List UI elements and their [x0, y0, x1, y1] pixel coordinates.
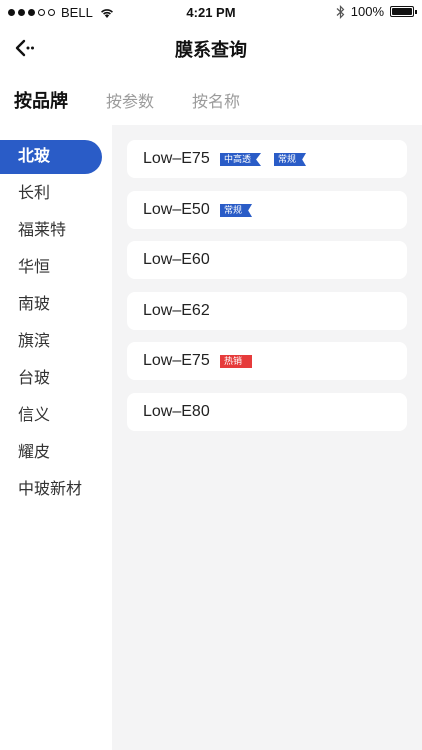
sidebar-item-taibo[interactable]: 台玻 [0, 362, 102, 396]
bluetooth-icon [336, 4, 345, 19]
product-name: Low–E50 [143, 201, 210, 218]
sidebar-item-beibo[interactable]: 北玻 [0, 140, 102, 174]
list-item[interactable]: Low–E75 热销 [127, 342, 407, 380]
sidebar-item-zhongbo-xincai[interactable]: 中玻新材 [0, 473, 102, 507]
sidebar-item-xinyi[interactable]: 信义 [0, 399, 102, 433]
hot-badge: 热销 [220, 355, 253, 368]
product-name: Low–E75 [143, 352, 210, 369]
brand-sidebar: 北玻 长利 福莱特 华恒 南玻 旗滨 台玻 信义 耀皮 中玻新材 [0, 125, 112, 750]
sidebar-item-changli[interactable]: 长利 [0, 177, 102, 211]
battery-percent: 100% [350, 4, 384, 19]
filter-tabs: 按品牌 按参数 按名称 [0, 80, 422, 120]
battery-icon [390, 6, 417, 17]
sidebar-item-huaheng[interactable]: 华恒 [0, 251, 102, 285]
product-name: Low–E75 [143, 150, 210, 167]
product-name: Low–E62 [143, 302, 210, 319]
tag-badge: 常规 [274, 153, 307, 166]
product-name: Low–E80 [143, 403, 210, 420]
list-item[interactable]: Low–E50 常规 [127, 191, 407, 229]
product-name: Low–E60 [143, 251, 210, 268]
tab-by-name[interactable]: 按名称 [192, 88, 240, 112]
list-item[interactable]: Low–E75 中高透 常规 [127, 140, 407, 178]
product-list: Low–E75 中高透 常规 Low–E50 常规 Low–E60 Low–E6… [112, 125, 422, 750]
tab-by-brand[interactable]: 按品牌 [14, 87, 68, 113]
list-item[interactable]: Low–E80 [127, 393, 407, 431]
tag-badge: 中高透 [220, 153, 262, 166]
navigation-bar: 膜系查询 [0, 26, 422, 70]
sidebar-item-nanbo[interactable]: 南玻 [0, 288, 102, 322]
status-right: 100% [336, 4, 417, 19]
sidebar-item-fulaite[interactable]: 福莱特 [0, 214, 102, 248]
status-bar: BELL 4:21 PM 100% [0, 0, 422, 26]
tab-by-parameter[interactable]: 按参数 [106, 88, 154, 112]
sidebar-item-yaopi[interactable]: 耀皮 [0, 436, 102, 470]
list-item[interactable]: Low–E60 [127, 241, 407, 279]
list-item[interactable]: Low–E62 [127, 292, 407, 330]
page-title: 膜系查询 [175, 40, 247, 60]
tag-badge: 常规 [220, 204, 253, 217]
sidebar-item-qibin[interactable]: 旗滨 [0, 325, 102, 359]
